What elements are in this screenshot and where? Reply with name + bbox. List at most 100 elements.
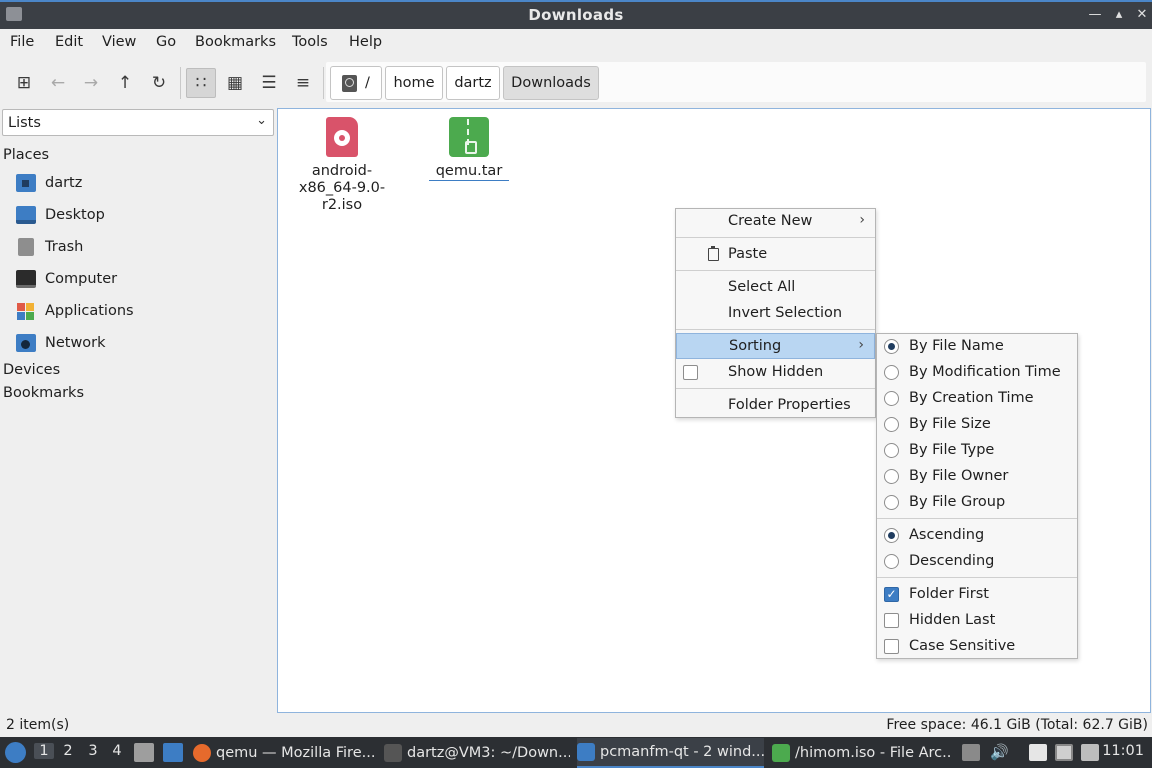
show-desktop-icon[interactable] [163,743,183,762]
applications-icon [16,302,36,320]
workspace-1[interactable]: 1 [34,743,54,759]
place-desktop[interactable]: Desktop [16,203,105,227]
sorting-submenu: By File Name By Modification Time By Cre… [876,333,1078,659]
clock[interactable]: 11:01 [1102,743,1144,759]
disc-image-icon [326,117,358,157]
bookmarks-heading[interactable]: Bookmarks [3,385,84,401]
forward-icon[interactable]: → [77,69,105,97]
chevron-down-icon: ⌄ [256,113,267,128]
sort-by-file-size[interactable]: By File Size [877,412,1077,438]
thumbnail-view-icon[interactable]: ▦ [221,69,249,97]
side-pane-mode-select[interactable]: Lists ⌄ [2,109,274,136]
devices-heading[interactable]: Devices [3,362,60,378]
place-label: Trash [45,239,84,255]
place-applications[interactable]: Applications [16,299,134,323]
terminal-icon [384,744,402,762]
clipboard-icon [708,246,719,261]
workspace-4[interactable]: 4 [107,743,127,759]
archive-icon [449,117,489,157]
file-name: android- x86_64-9.0-r2.iso [298,163,386,213]
volume-icon[interactable]: 🔊 [990,744,1009,761]
side-pane: Lists ⌄ Places dartz Desktop Trash Compu… [0,107,276,713]
menu-tools[interactable]: Tools [292,34,328,50]
menu-item-sorting[interactable]: Sorting › [676,333,875,359]
notifications-icon[interactable] [1081,744,1099,761]
sort-ascending[interactable]: Ascending [877,523,1077,549]
workspace-3[interactable]: 3 [83,743,103,759]
place-trash[interactable]: Trash [16,235,83,259]
file-manager-launcher-icon[interactable] [134,743,154,762]
network-icon [16,334,36,352]
workspace-2[interactable]: 2 [58,743,78,759]
menu-go[interactable]: Go [156,34,176,50]
file-name: qemu.tar [429,163,509,181]
task-file-archiver[interactable]: /himom.iso - File Arc... [772,738,952,768]
radio-unselected [884,554,899,569]
place-dartz[interactable]: dartz [16,171,82,195]
sort-by-file-group[interactable]: By File Group [877,490,1077,516]
menu-view[interactable]: View [102,34,136,50]
menu-item-invert-selection[interactable]: Invert Selection [676,301,875,327]
menu-item-create-new[interactable]: Create New › [676,209,875,235]
drive-icon [342,74,358,92]
task-firefox[interactable]: qemu — Mozilla Fire... [193,738,376,768]
back-icon[interactable]: ← [44,69,72,97]
sort-by-creation-time[interactable]: By Creation Time [877,386,1077,412]
sort-by-file-owner[interactable]: By File Owner [877,464,1077,490]
folder-icon [577,743,595,761]
menu-edit[interactable]: Edit [55,34,83,50]
menu-item-folder-properties[interactable]: Folder Properties [676,393,875,419]
trash-icon [18,238,34,256]
up-icon[interactable]: ↑ [111,69,139,97]
clipboard-icon[interactable] [1029,744,1047,761]
crumb-home[interactable]: home [385,66,443,100]
menu-bookmarks[interactable]: Bookmarks [195,34,276,50]
menu-help[interactable]: Help [349,34,382,50]
sort-by-modification-time[interactable]: By Modification Time [877,360,1077,386]
menu-item-show-hidden[interactable]: Show Hidden [676,360,875,386]
checkbox-unchecked [884,639,899,654]
place-computer[interactable]: Computer [16,267,117,291]
sort-descending[interactable]: Descending [877,549,1077,575]
task-terminal[interactable]: dartz@VM3: ~/Down... [384,738,570,768]
crumb-root-label: / [365,75,370,91]
close-button[interactable]: ✕ [1133,5,1151,25]
compact-view-icon[interactable]: ☰ [255,69,283,97]
start-menu-icon[interactable] [5,742,26,763]
place-label: dartz [45,175,83,191]
menu-file[interactable]: File [10,34,34,50]
show-hidden-checkbox[interactable] [683,365,698,380]
menu-bar: File Edit View Go Bookmarks Tools Help [0,29,1152,57]
crumb-dartz[interactable]: dartz [446,66,500,100]
toolbar-separator [323,67,324,99]
place-label: Computer [45,271,118,287]
updates-icon[interactable] [962,744,980,761]
maximize-button[interactable]: ▴ [1110,5,1128,25]
toolbar-separator [180,67,181,99]
new-tab-icon[interactable]: ⊞ [10,69,38,97]
sort-by-file-type[interactable]: By File Type [877,438,1077,464]
reload-icon[interactable]: ↻ [145,69,173,97]
crumb-root[interactable]: / [330,66,382,100]
place-network[interactable]: Network [16,331,106,355]
sort-folder-first[interactable]: ✓ Folder First [877,582,1077,608]
display-icon[interactable] [1055,744,1073,761]
icon-view-icon[interactable]: ∷ [186,68,216,98]
file-item-android-iso[interactable]: android- x86_64-9.0-r2.iso [283,117,401,214]
radio-selected [884,339,899,354]
task-pcmanfm[interactable]: pcmanfm-qt - 2 wind... [577,738,764,768]
window-title: Downloads [528,6,624,24]
sort-case-sensitive[interactable]: Case Sensitive [877,634,1077,660]
crumb-downloads[interactable]: Downloads [503,66,599,100]
places-heading[interactable]: Places [3,147,49,163]
file-item-qemu-tar[interactable]: qemu.tar [429,117,509,181]
home-folder-icon [16,174,36,192]
minimize-button[interactable]: — [1086,5,1104,25]
detailed-view-icon[interactable]: ≡ [289,69,317,97]
menu-item-paste[interactable]: Paste [676,242,875,268]
firefox-icon [193,744,211,762]
sort-hidden-last[interactable]: Hidden Last [877,608,1077,634]
context-menu: Create New › Paste Select All Invert Sel… [675,208,876,418]
menu-item-select-all[interactable]: Select All [676,275,875,301]
sort-by-file-name[interactable]: By File Name [877,334,1077,360]
